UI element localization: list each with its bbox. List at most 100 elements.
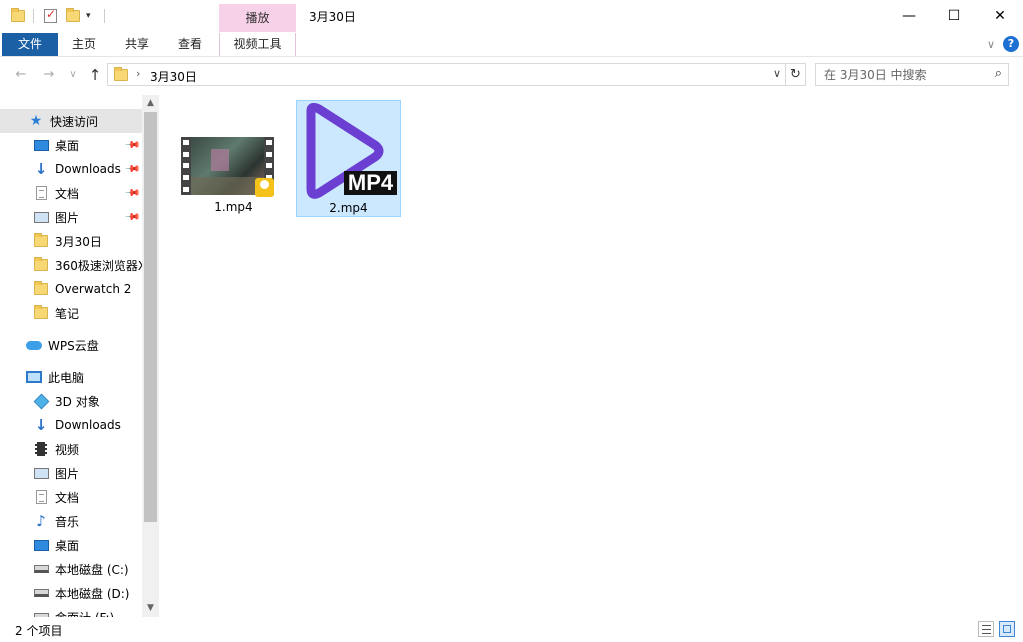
customize-toolbar-icon[interactable]: ▾ <box>86 11 91 21</box>
sidebar-item-pictures[interactable]: 图片 📌 <box>0 205 142 229</box>
address-dropdown-button[interactable]: ∨ <box>773 67 781 80</box>
sidebar-item-music[interactable]: ♪ 音乐 <box>0 509 142 533</box>
sidebar-item-quick-access[interactable]: ★ 快速访问 <box>0 109 142 133</box>
maximize-button[interactable]: ☐ <box>931 0 977 32</box>
toolbar-divider <box>33 9 34 23</box>
video-frame <box>191 137 264 195</box>
quick-access-toolbar <box>11 6 25 26</box>
sidebar-item-videos[interactable]: 视频 <box>0 437 142 461</box>
folder-icon <box>33 233 49 249</box>
sidebar-item-3d-objects[interactable]: 3D 对象 <box>0 389 142 413</box>
minimize-button[interactable]: — <box>886 0 932 32</box>
sidebar-item-label: Downloads <box>55 162 121 176</box>
file-item-1-mp4[interactable]: 1.mp4 <box>181 100 286 217</box>
folder-icon[interactable] <box>11 8 25 22</box>
back-button[interactable]: ← <box>12 66 30 84</box>
star-icon: ★ <box>29 113 43 129</box>
computer-icon <box>26 369 42 385</box>
search-input[interactable] <box>816 64 976 85</box>
sidebar-item-label: 3月30日 <box>55 234 102 249</box>
help-icon[interactable]: ? <box>1003 36 1019 52</box>
chevron-right-icon[interactable]: › <box>136 67 140 80</box>
sidebar-item-desktop[interactable]: 桌面 📌 <box>0 133 142 157</box>
sidebar-item-label: 本地磁盘 (D:) <box>55 586 130 601</box>
sidebar-item-pc-pictures[interactable]: 图片 <box>0 461 142 485</box>
forward-button[interactable]: → <box>40 66 58 84</box>
music-icon: ♪ <box>36 512 46 530</box>
sidebar-item-360-browser[interactable]: 360极速浏览器X <box>0 253 142 277</box>
window-title: 3月30日 <box>309 10 356 24</box>
tab-share[interactable]: 共享 <box>115 33 159 56</box>
new-folder-icon[interactable] <box>66 8 80 22</box>
desktop-icon <box>33 137 49 153</box>
film-strip <box>181 137 191 195</box>
search-box[interactable]: ⌕ <box>815 63 1009 86</box>
sidebar-item-label: 音乐 <box>55 514 80 529</box>
scroll-down-arrow[interactable]: ▼ <box>142 600 159 617</box>
sidebar-item-wps-cloud[interactable]: WPS云盘 <box>0 333 142 357</box>
sidebar-item-label: WPS云盘 <box>48 338 99 353</box>
status-bar: 2 个项目 <box>0 617 1023 642</box>
sidebar-item-label: Overwatch 2 <box>55 282 132 296</box>
sidebar-item-label: 文档 <box>55 490 80 505</box>
tab-file[interactable]: 文件 <box>2 33 58 56</box>
sidebar-item-pc-documents[interactable]: 文档 <box>0 485 142 509</box>
pin-icon[interactable]: 📌 <box>123 161 140 178</box>
folder-icon <box>114 67 128 81</box>
drive-icon <box>33 585 49 601</box>
scroll-up-arrow[interactable]: ▲ <box>142 95 159 112</box>
breadcrumb[interactable]: 3月30日 <box>150 68 197 85</box>
sidebar-item-label: 图片 <box>55 466 80 481</box>
sidebar-item-drive-d[interactable]: 本地磁盘 (D:) <box>0 581 142 605</box>
title-bar: ▾ 播放 3月30日 — ☐ ✕ <box>0 0 1023 33</box>
recent-locations-button[interactable]: ∨ <box>64 66 82 84</box>
sidebar-item-drive-c[interactable]: 本地磁盘 (C:) <box>0 557 142 581</box>
properties-icon[interactable] <box>44 7 57 23</box>
file-item-2-mp4[interactable]: MP4 2.mp4 <box>296 100 401 217</box>
sidebar-item-pc-downloads[interactable]: ↓ Downloads <box>0 413 142 437</box>
up-button[interactable]: ↑ <box>86 66 104 84</box>
pin-icon[interactable]: 📌 <box>123 137 140 154</box>
drive-icon <box>33 609 49 617</box>
pin-icon[interactable]: 📌 <box>123 209 140 226</box>
refresh-button[interactable]: ↻ <box>786 63 806 86</box>
sidebar-item-notes[interactable]: 笔记 <box>0 301 142 325</box>
sidebar-item-label: 文档 <box>55 186 80 201</box>
pin-icon[interactable]: 📌 <box>123 185 140 202</box>
folder-icon <box>33 305 49 321</box>
large-icons-view-button[interactable] <box>999 621 1015 637</box>
sidebar-item-label: 快速访问 <box>50 114 99 129</box>
sidebar-item-downloads[interactable]: ↓ Downloads 📌 <box>0 157 142 181</box>
chevron-down-icon[interactable]: ∨ <box>987 38 995 51</box>
sidebar-item-overwatch[interactable]: Overwatch 2 <box>0 277 142 301</box>
document-icon <box>33 489 49 505</box>
search-icon[interactable]: ⌕ <box>995 66 1002 81</box>
download-icon: ↓ <box>34 416 48 434</box>
tab-video-tools[interactable]: 视频工具 <box>219 33 296 56</box>
file-name: 2.mp4 <box>329 201 368 215</box>
sidebar-item-label: 本地磁盘 (C:) <box>55 562 129 577</box>
sidebar-item-documents[interactable]: 文档 📌 <box>0 181 142 205</box>
details-view-button[interactable] <box>978 621 994 637</box>
tab-view[interactable]: 查看 <box>168 33 212 56</box>
download-icon: ↓ <box>34 160 48 178</box>
sidebar-item-3-30[interactable]: 3月30日 <box>0 229 142 253</box>
close-button[interactable]: ✕ <box>977 0 1023 32</box>
file-list[interactable]: 1.mp4 MP4 2.mp4 <box>160 95 1023 617</box>
tab-home[interactable]: 主页 <box>62 33 106 56</box>
sidebar-item-label: 桌面 <box>55 138 80 153</box>
sidebar-item-label: 桌面 <box>55 538 80 553</box>
sidebar-item-this-pc[interactable]: 此电脑 <box>0 365 142 389</box>
sidebar-item-drive-f[interactable]: 金面计 (F:) <box>0 605 142 617</box>
address-bar[interactable]: › 3月30日 ∨ <box>107 63 786 86</box>
sidebar-scrollbar[interactable]: ▲ ▼ <box>142 95 159 617</box>
sidebar-item-label: 笔记 <box>55 306 80 321</box>
sidebar-item-pc-desktop[interactable]: 桌面 <box>0 533 142 557</box>
sidebar-item-label: 金面计 (F:) <box>55 609 114 618</box>
scrollbar-thumb[interactable] <box>144 112 157 522</box>
file-name: 1.mp4 <box>214 200 253 214</box>
context-tab-play[interactable]: 播放 <box>219 4 296 32</box>
folder-icon <box>33 257 49 273</box>
document-icon <box>33 185 49 201</box>
mp4-label: MP4 <box>344 171 397 195</box>
